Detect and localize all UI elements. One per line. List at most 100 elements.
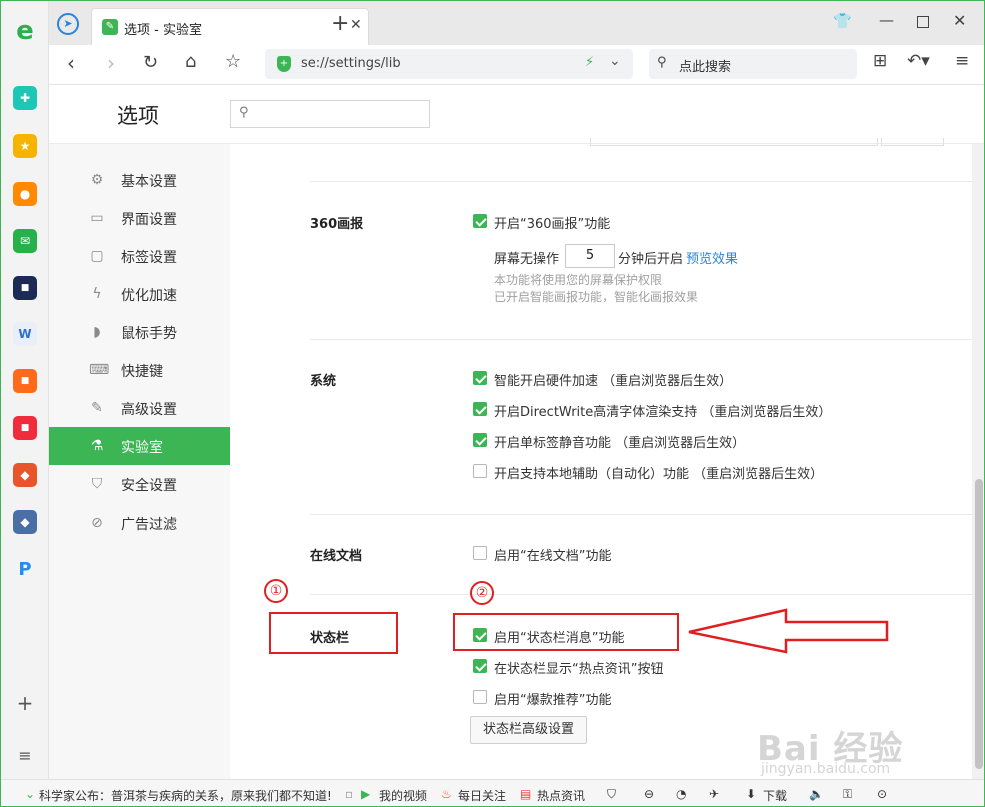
- star-app-icon[interactable]: ★: [13, 134, 37, 158]
- download-button[interactable]: 下载: [763, 787, 787, 804]
- statusbar-advanced-button[interactable]: 状态栏高级设置: [470, 716, 588, 744]
- tab-mute-checkbox[interactable]: [473, 433, 487, 447]
- sidebar-item-tabs[interactable]: ▢ 标签设置: [49, 237, 230, 275]
- sidebar-item-advanced[interactable]: ✎ 高级设置: [49, 389, 230, 427]
- game3-app-icon[interactable]: ◆: [13, 510, 37, 534]
- sidebar-item-adblock[interactable]: ⊘ 广告过滤: [49, 504, 230, 542]
- close-tab-icon[interactable]: ✕: [350, 17, 362, 33]
- pictorial-checkbox[interactable]: [473, 214, 487, 228]
- search-box[interactable]: ⚲ 点此搜索: [649, 49, 857, 79]
- highlight-statusbar-title: [269, 612, 398, 654]
- hw-accel-checkbox[interactable]: [473, 371, 487, 385]
- tab-icon: ▢: [90, 248, 104, 264]
- home-icon[interactable]: ⌂: [185, 51, 196, 72]
- section-title-pictorial: 360画报: [310, 217, 364, 232]
- sound-icon[interactable]: 🔈: [809, 787, 824, 801]
- block-icon[interactable]: ⊖: [644, 787, 654, 801]
- menu-app-icon[interactable]: ≡: [13, 743, 37, 767]
- game-app-icon[interactable]: ■: [13, 276, 37, 300]
- maximize-icon[interactable]: [917, 16, 929, 28]
- shop-app-icon[interactable]: ■: [13, 416, 37, 440]
- settings-sidebar: ⚙ 基本设置 ▭ 界面设置 ▢ 标签设置 ϟ 优化加速 ◗ 鼠标手势 ⌨ 快捷键 ✎ 高级设置…: [49, 144, 230, 779]
- sidebar-item-optimize[interactable]: ϟ 优化加速: [49, 275, 230, 313]
- hot-news-button[interactable]: 热点资讯: [537, 787, 585, 804]
- sidebar-item-interface[interactable]: ▭ 界面设置: [49, 199, 230, 237]
- divider: [310, 594, 977, 595]
- flask-icon: ⚗: [90, 438, 104, 454]
- browser-logo-icon[interactable]: e: [13, 16, 37, 46]
- news-ticker[interactable]: 科学家公布：普洱茶与疾病的关系，原来我们都不知道!: [39, 787, 332, 804]
- browser-status-bar: ⌄ 科学家公布：普洱茶与疾病的关系，原来我们都不知道! ▫ ▶ 我的视频 ♨ 每…: [1, 779, 984, 806]
- news-icon: ▤: [520, 787, 532, 801]
- back-icon[interactable]: ‹: [67, 51, 75, 75]
- speed-dial-icon[interactable]: ◔: [676, 787, 686, 801]
- add-app-icon[interactable]: +: [13, 691, 37, 715]
- idle-minutes-input[interactable]: 5: [565, 244, 615, 268]
- download-icon[interactable]: ⬇: [746, 787, 756, 801]
- refresh-icon[interactable]: ↻: [143, 52, 158, 73]
- main-menu-icon[interactable]: ≡: [955, 51, 969, 71]
- directwrite-checkbox[interactable]: [473, 402, 487, 416]
- pictorial-label: 开启“360画报”功能: [494, 217, 611, 232]
- game2-app-icon[interactable]: ◆: [13, 463, 37, 487]
- highlight-statusbar-option: [453, 613, 679, 651]
- sidebar-item-lab[interactable]: ⚗ 实验室: [49, 427, 230, 465]
- divider: [310, 514, 977, 515]
- p-app-icon[interactable]: P: [13, 557, 37, 581]
- speed-icon[interactable]: ⚡: [585, 55, 594, 70]
- lock-icon[interactable]: ⚿: [843, 787, 852, 802]
- cut-off-button: [881, 138, 944, 146]
- new-tab-icon[interactable]: +: [331, 11, 349, 36]
- favorite-icon[interactable]: ☆: [225, 51, 241, 72]
- url-text: se://settings/lib: [301, 56, 401, 71]
- gear-icon: ⚙: [90, 172, 104, 188]
- minimize-icon[interactable]: —: [879, 11, 894, 29]
- sidebar-item-gestures[interactable]: ◗ 鼠标手势: [49, 313, 230, 351]
- hot-news-checkbox[interactable]: [473, 659, 487, 673]
- online-docs-label: 启用“在线文档”功能: [494, 549, 612, 564]
- settings-header: 选项 ⚲: [49, 86, 984, 144]
- novel-app-icon[interactable]: ■: [13, 369, 37, 393]
- undo-icon[interactable]: ↶▾: [907, 51, 930, 71]
- sidebar-item-security[interactable]: ⛉ 安全设置: [49, 465, 230, 503]
- zoom-icon[interactable]: ⊙: [877, 787, 887, 801]
- plus-app-icon[interactable]: ✚: [13, 86, 37, 110]
- wrench-icon: ✎: [91, 400, 103, 416]
- doc-app-icon[interactable]: W: [13, 322, 37, 346]
- content-scrollbar[interactable]: [972, 144, 984, 779]
- online-docs-checkbox[interactable]: [473, 546, 487, 560]
- close-window-icon[interactable]: ✕: [953, 11, 966, 30]
- preview-link[interactable]: 预览效果: [686, 248, 738, 267]
- my-video-button[interactable]: 我的视频: [379, 787, 427, 804]
- scrollbar-thumb[interactable]: [975, 479, 983, 769]
- recommend-label: 启用“爆款推荐”功能: [494, 693, 612, 708]
- sidebar-item-label: 快捷键: [121, 364, 163, 380]
- section-title-system: 系统: [310, 374, 337, 389]
- weibo-app-icon[interactable]: ●: [13, 182, 37, 206]
- skin-icon[interactable]: 👕: [833, 12, 852, 30]
- pictorial-note-2: 已开启智能画报功能，智能化画报效果: [494, 290, 699, 304]
- directwrite-label: 开启DirectWrite高清字体渲染支持 （重启浏览器后生效）: [494, 405, 832, 420]
- mail-app-icon[interactable]: ✉: [13, 229, 37, 253]
- daily-button[interactable]: 每日关注: [458, 787, 506, 804]
- chevron-down-icon[interactable]: ⌄: [609, 53, 621, 69]
- settings-content: 360画报 开启“360画报”功能 屏幕无操作 5 分钟后开启 预览效果 本功能…: [230, 138, 977, 779]
- address-bar[interactable]: + se://settings/lib ⚡ ⌄: [265, 49, 633, 79]
- chevron-down-icon[interactable]: ⌄: [25, 787, 35, 801]
- sidebar-item-basic[interactable]: ⚙ 基本设置: [49, 161, 230, 199]
- grid-icon[interactable]: ⊞: [873, 51, 887, 71]
- sidebar-item-label: 界面设置: [121, 212, 177, 228]
- compass-icon[interactable]: ➤: [57, 13, 79, 35]
- security-icon[interactable]: ⛉: [607, 787, 616, 802]
- automation-checkbox[interactable]: [473, 464, 487, 478]
- active-tab[interactable]: ✎ 选项 - 实验室 ✕: [91, 8, 369, 45]
- divider: [310, 339, 977, 340]
- settings-search-input[interactable]: ⚲: [230, 100, 430, 128]
- keyboard-icon: ⌨: [89, 362, 110, 378]
- sidebar-item-shortcuts[interactable]: ⌨ 快捷键: [49, 351, 230, 389]
- sidebar-item-label: 安全设置: [121, 478, 177, 494]
- rocket-icon[interactable]: ✈: [709, 787, 719, 801]
- forward-icon[interactable]: ›: [107, 51, 115, 75]
- page-title: 选项: [117, 104, 159, 128]
- recommend-checkbox[interactable]: [473, 690, 487, 704]
